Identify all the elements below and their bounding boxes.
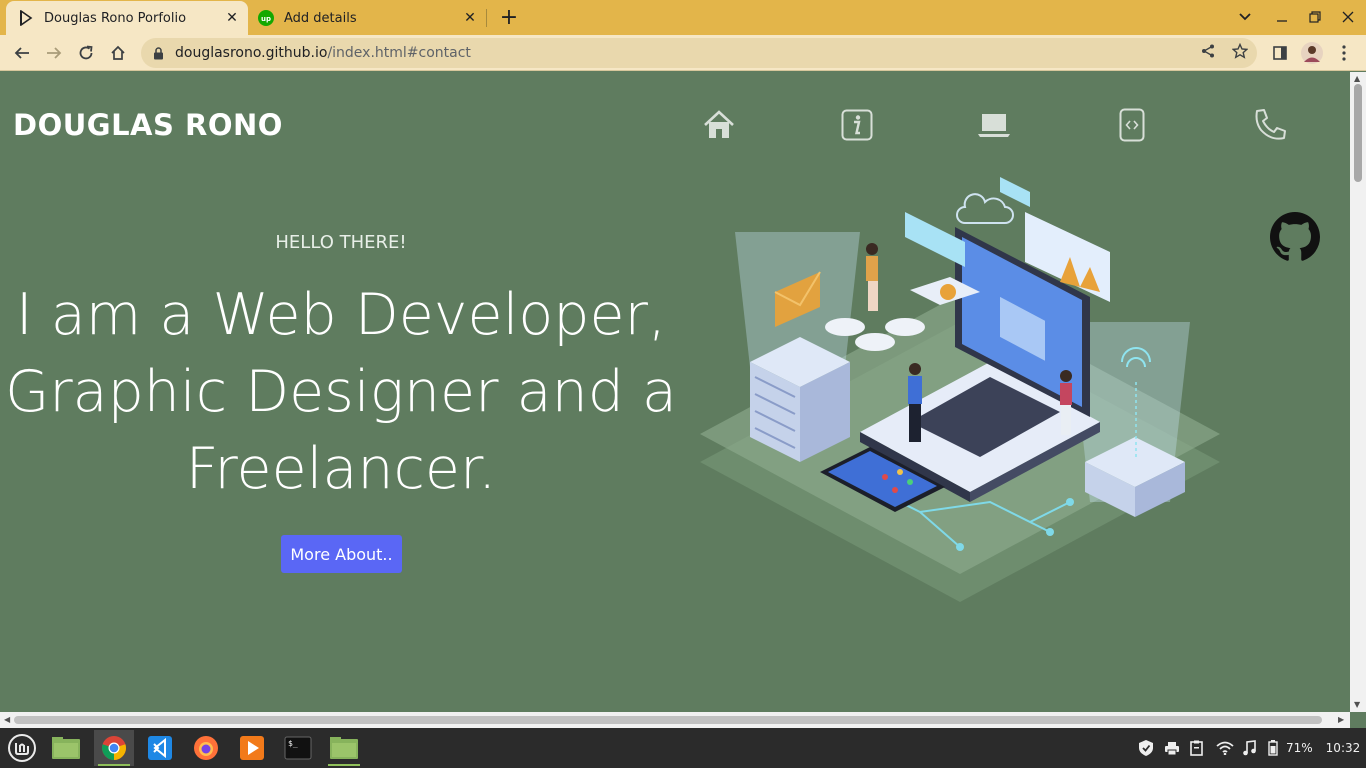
- nav-code-icon[interactable]: [1115, 108, 1149, 142]
- minimize-window-icon[interactable]: [1270, 5, 1294, 29]
- hero-headline: I am a Web Developer, Graphic Designer a…: [0, 277, 682, 508]
- scroll-left-arrow-icon[interactable]: ◀: [4, 715, 10, 724]
- chrome-icon[interactable]: [94, 730, 134, 766]
- files-icon[interactable]: [46, 730, 86, 766]
- side-panel-icon[interactable]: [1266, 39, 1294, 67]
- upwork-favicon-icon: up: [258, 10, 274, 26]
- scroll-right-arrow-icon[interactable]: ▶: [1338, 715, 1344, 724]
- firefox-icon[interactable]: [186, 730, 226, 766]
- clock[interactable]: 10:32: [1326, 741, 1361, 755]
- close-tab-icon[interactable]: ✕: [222, 8, 242, 28]
- bookmark-star-icon[interactable]: [1232, 43, 1248, 59]
- profile-avatar[interactable]: [1298, 39, 1326, 67]
- horizontal-scroll-thumb[interactable]: [14, 716, 1322, 724]
- greeting-text: HELLO THERE!: [275, 232, 407, 253]
- back-icon[interactable]: [8, 39, 36, 67]
- scroll-down-arrow-icon[interactable]: ▼: [1354, 700, 1360, 709]
- url-path: /index.html#contact: [327, 45, 471, 61]
- forward-icon[interactable]: [40, 39, 68, 67]
- media-player-icon[interactable]: [232, 730, 272, 766]
- terminal-icon[interactable]: $_: [278, 730, 318, 766]
- chrome-menu-icon[interactable]: [1330, 39, 1358, 67]
- site-brand[interactable]: DOUGLAS RONO: [13, 108, 283, 142]
- horizontal-scrollbar[interactable]: ◀ ▶: [0, 712, 1350, 728]
- tab-title: Add details: [284, 10, 357, 26]
- tab-search-icon[interactable]: [1233, 5, 1257, 29]
- wifi-icon[interactable]: [1216, 741, 1242, 755]
- sound-icon[interactable]: [1242, 740, 1268, 756]
- hero-illustration: [700, 177, 1220, 602]
- headline-line: Freelancer.: [185, 436, 497, 502]
- headline-line: I am a Web Developer,: [15, 282, 667, 348]
- nav-portfolio-laptop-icon[interactable]: [977, 108, 1011, 142]
- restore-window-icon[interactable]: [1303, 5, 1327, 29]
- tab-add-details[interactable]: up Add details ✕: [250, 1, 486, 35]
- tab-douglas-rono-portfolio[interactable]: Douglas Rono Porfolio ✕: [6, 1, 248, 35]
- clipboard-icon[interactable]: [1190, 740, 1216, 756]
- close-tab-icon[interactable]: ✕: [460, 8, 480, 28]
- os-taskbar: $_ 71% 10:32: [0, 728, 1366, 768]
- headline-line: Graphic Designer and a: [5, 359, 677, 425]
- svg-text:$_: $_: [288, 739, 298, 748]
- vertical-scroll-thumb[interactable]: [1354, 84, 1362, 182]
- svg-text:up: up: [261, 15, 271, 23]
- battery-icon[interactable]: [1268, 740, 1286, 756]
- shield-icon[interactable]: [1138, 739, 1164, 757]
- vertical-scrollbar[interactable]: ▲ ▼: [1350, 72, 1366, 712]
- mint-menu-icon[interactable]: [2, 730, 42, 766]
- nav-contact-phone-icon[interactable]: [1253, 108, 1287, 142]
- nav-home-icon[interactable]: [702, 108, 736, 142]
- url-host: douglasrono.github.io: [175, 45, 328, 61]
- folder-icon[interactable]: [324, 730, 364, 766]
- tab-separator: [486, 9, 487, 27]
- share-icon[interactable]: [1200, 43, 1216, 59]
- browser-tab-strip: Douglas Rono Porfolio ✕ up Add details ✕…: [0, 0, 1366, 35]
- close-window-icon[interactable]: [1336, 5, 1360, 29]
- nav-about-icon[interactable]: [840, 108, 874, 142]
- battery-percent: 71%: [1286, 741, 1313, 755]
- address-bar[interactable]: douglasrono.github.io/index.html#contact: [141, 38, 1257, 68]
- browser-toolbar: douglasrono.github.io/index.html#contact: [0, 35, 1366, 71]
- vscode-icon[interactable]: [140, 730, 180, 766]
- lock-icon: [153, 46, 175, 60]
- system-tray: 71% 10:32: [1138, 728, 1360, 768]
- portfolio-favicon-icon: [18, 10, 34, 26]
- printer-icon[interactable]: [1164, 741, 1190, 756]
- tab-title: Douglas Rono Porfolio: [44, 10, 187, 26]
- new-tab-button[interactable]: +: [497, 5, 521, 30]
- home-button-icon[interactable]: [104, 39, 132, 67]
- reload-icon[interactable]: [72, 39, 100, 67]
- more-about-button[interactable]: More About..: [281, 535, 402, 573]
- portfolio-page: DOUGLAS RONO HELLO THERE! I am a Web Dev…: [0, 72, 1350, 712]
- scroll-up-arrow-icon[interactable]: ▲: [1354, 74, 1360, 83]
- github-icon[interactable]: [1270, 212, 1320, 262]
